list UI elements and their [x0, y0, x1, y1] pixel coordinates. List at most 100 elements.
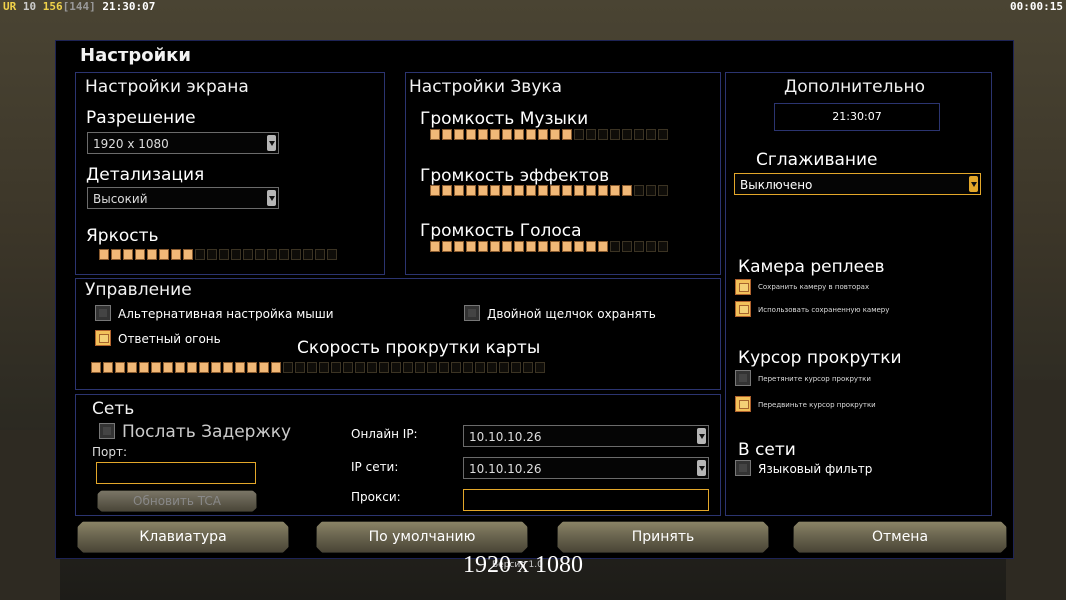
slider-segment[interactable] — [562, 241, 572, 252]
slider-segment[interactable] — [598, 129, 608, 140]
slider-segment[interactable] — [550, 241, 560, 252]
slider-segment[interactable] — [526, 129, 536, 140]
slider-segment[interactable] — [451, 362, 461, 373]
slider-segment[interactable] — [499, 362, 509, 373]
slider-segment[interactable] — [586, 185, 596, 196]
slider-segment[interactable] — [175, 362, 185, 373]
slider-segment[interactable] — [219, 249, 229, 260]
slider-segment[interactable] — [502, 129, 512, 140]
slider-segment[interactable] — [430, 241, 440, 252]
slider-segment[interactable] — [151, 362, 161, 373]
chevron-down-icon[interactable] — [697, 428, 706, 444]
slider-segment[interactable] — [211, 362, 221, 373]
return-fire-checkbox[interactable] — [95, 330, 111, 346]
slider-segment[interactable] — [454, 129, 464, 140]
slider-segment[interactable] — [171, 249, 181, 260]
slider-segment[interactable] — [478, 185, 488, 196]
slider-segment[interactable] — [598, 185, 608, 196]
slider-segment[interactable] — [502, 185, 512, 196]
voice-volume-slider[interactable] — [430, 241, 668, 253]
slider-segment[interactable] — [574, 185, 584, 196]
slider-segment[interactable] — [223, 362, 233, 373]
effects-volume-slider[interactable] — [430, 185, 668, 197]
slider-segment[interactable] — [634, 185, 644, 196]
slider-segment[interactable] — [574, 241, 584, 252]
slider-segment[interactable] — [622, 129, 632, 140]
slider-segment[interactable] — [514, 241, 524, 252]
slider-segment[interactable] — [291, 249, 301, 260]
slider-segment[interactable] — [187, 362, 197, 373]
slider-segment[interactable] — [147, 249, 157, 260]
slider-segment[interactable] — [514, 185, 524, 196]
slider-segment[interactable] — [622, 241, 632, 252]
slider-segment[interactable] — [303, 249, 313, 260]
scroll-speed-slider[interactable] — [91, 362, 545, 374]
slider-segment[interactable] — [454, 241, 464, 252]
double-click-guard-checkbox[interactable] — [464, 305, 480, 321]
slider-segment[interactable] — [478, 129, 488, 140]
slider-segment[interactable] — [514, 129, 524, 140]
chevron-down-icon[interactable] — [697, 460, 706, 476]
slider-segment[interactable] — [523, 362, 533, 373]
slider-segment[interactable] — [550, 129, 560, 140]
slider-segment[interactable] — [622, 185, 632, 196]
slider-segment[interactable] — [327, 249, 337, 260]
slider-segment[interactable] — [586, 241, 596, 252]
slider-segment[interactable] — [430, 129, 440, 140]
slider-segment[interactable] — [315, 249, 325, 260]
slider-segment[interactable] — [111, 249, 121, 260]
slider-segment[interactable] — [255, 249, 265, 260]
slider-segment[interactable] — [235, 362, 245, 373]
slider-segment[interactable] — [195, 249, 205, 260]
keyboard-button[interactable]: Клавиатура — [77, 521, 289, 553]
slider-segment[interactable] — [267, 249, 277, 260]
slider-segment[interactable] — [610, 241, 620, 252]
slider-segment[interactable] — [231, 249, 241, 260]
slider-segment[interactable] — [163, 362, 173, 373]
slider-segment[interactable] — [550, 185, 560, 196]
slider-segment[interactable] — [538, 185, 548, 196]
slider-segment[interactable] — [355, 362, 365, 373]
slider-segment[interactable] — [99, 249, 109, 260]
slider-segment[interactable] — [658, 129, 668, 140]
music-volume-slider[interactable] — [430, 129, 668, 141]
slider-segment[interactable] — [115, 362, 125, 373]
slider-segment[interactable] — [475, 362, 485, 373]
slider-segment[interactable] — [379, 362, 389, 373]
slider-segment[interactable] — [159, 249, 169, 260]
slider-segment[interactable] — [478, 241, 488, 252]
slider-segment[interactable] — [91, 362, 101, 373]
cursor-drag-radio[interactable] — [735, 370, 751, 386]
slider-segment[interactable] — [103, 362, 113, 373]
slider-segment[interactable] — [442, 185, 452, 196]
slider-segment[interactable] — [466, 129, 476, 140]
chevron-down-icon[interactable] — [267, 190, 276, 206]
slider-segment[interactable] — [391, 362, 401, 373]
slider-segment[interactable] — [271, 362, 281, 373]
update-tca-button[interactable]: Обновить TCA — [97, 490, 257, 512]
accept-button[interactable]: Принять — [557, 521, 769, 553]
slider-segment[interactable] — [562, 129, 572, 140]
slider-segment[interactable] — [658, 185, 668, 196]
slider-segment[interactable] — [183, 249, 193, 260]
slider-segment[interactable] — [598, 241, 608, 252]
slider-segment[interactable] — [538, 129, 548, 140]
slider-segment[interactable] — [526, 241, 536, 252]
slider-segment[interactable] — [646, 185, 656, 196]
lan-ip-dropdown[interactable]: 10.10.10.26 — [463, 457, 709, 479]
slider-segment[interactable] — [526, 185, 536, 196]
port-input[interactable] — [96, 462, 256, 484]
replay-save-camera-checkbox[interactable] — [735, 279, 751, 295]
slider-segment[interactable] — [207, 249, 217, 260]
slider-segment[interactable] — [259, 362, 269, 373]
slider-segment[interactable] — [466, 241, 476, 252]
resolution-dropdown[interactable]: 1920 x 1080 — [87, 132, 279, 154]
slider-segment[interactable] — [319, 362, 329, 373]
slider-segment[interactable] — [610, 185, 620, 196]
slider-segment[interactable] — [331, 362, 341, 373]
slider-segment[interactable] — [243, 249, 253, 260]
replay-use-camera-checkbox[interactable] — [735, 301, 751, 317]
slider-segment[interactable] — [634, 129, 644, 140]
slider-segment[interactable] — [135, 249, 145, 260]
slider-segment[interactable] — [199, 362, 209, 373]
